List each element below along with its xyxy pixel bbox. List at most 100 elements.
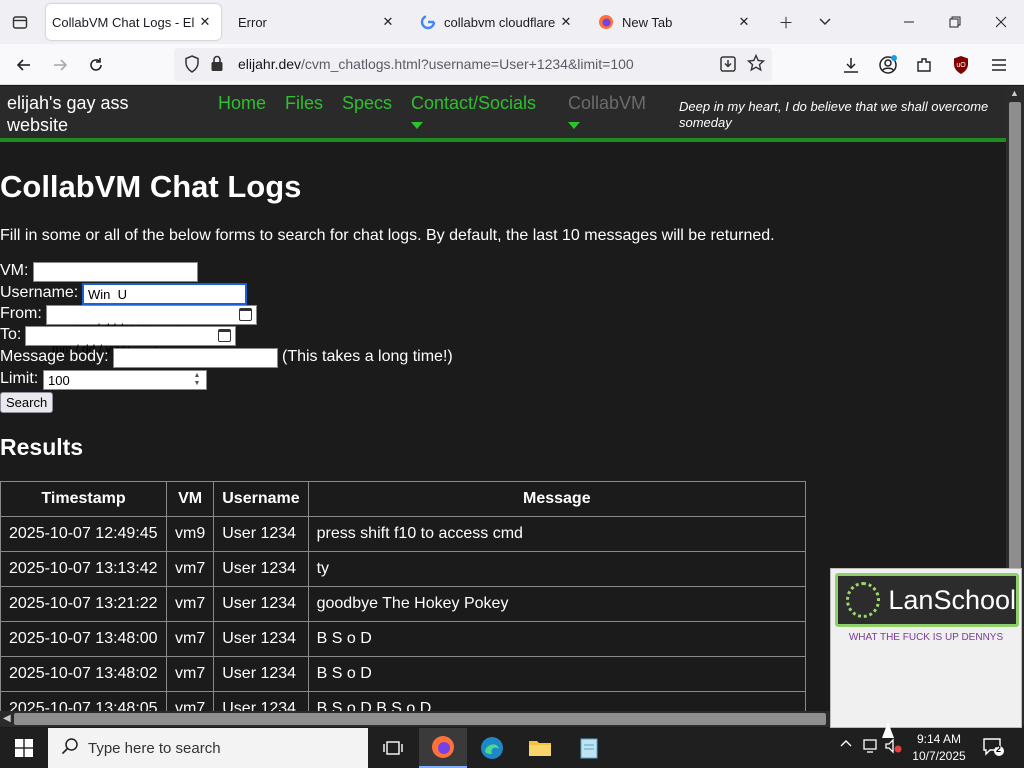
restore-icon[interactable]: [932, 0, 978, 44]
username-cell: User 1234: [213, 586, 309, 622]
number-spinner-icon[interactable]: ▲ ▼: [190, 372, 204, 388]
network-icon[interactable]: [862, 738, 880, 757]
vm-input[interactable]: [33, 262, 198, 282]
close-icon[interactable]: ✕: [378, 14, 398, 30]
close-icon[interactable]: ✕: [195, 14, 215, 30]
close-icon[interactable]: ✕: [556, 14, 576, 30]
menu-hamburger-icon[interactable]: [986, 52, 1012, 78]
scroll-left-arrow-icon[interactable]: ◀: [3, 713, 11, 724]
message-cell: goodbye The Hokey Pokey: [307, 586, 807, 622]
intro-text: Fill in some or all of the below forms t…: [0, 227, 775, 244]
reload-icon[interactable]: [83, 52, 109, 78]
search-placeholder: Type here to search: [88, 739, 221, 757]
nav-collabvm[interactable]: CollabVM: [568, 93, 646, 114]
svg-text:uO: uO: [956, 62, 966, 69]
limit-number-input[interactable]: 100 ▲ ▼: [43, 370, 207, 390]
username-input[interactable]: [82, 283, 247, 305]
vm-cell: vm9: [165, 516, 215, 552]
bookmark-star-icon[interactable]: [746, 53, 766, 76]
url-text[interactable]: elijahr.dev/cvm_chatlogs.html?username=U…: [238, 56, 634, 72]
username-cell: User 1234: [213, 691, 309, 711]
scroll-up-arrow-icon[interactable]: ▲: [1010, 88, 1019, 98]
notification-center-icon[interactable]: 2: [982, 737, 1004, 757]
nav-contact-socials[interactable]: Contact/Socials: [411, 93, 536, 114]
to-datetime-input[interactable]: mm / dd / yyyy , -- : -- --: [25, 326, 236, 356]
timestamp-cell: 2025-10-07 13:13:42: [0, 551, 167, 587]
back-arrow-icon[interactable]: [11, 52, 37, 78]
taskbar-file-explorer-icon[interactable]: [516, 728, 564, 768]
url-domain: elijahr.dev: [238, 56, 302, 72]
username-label: Username:: [0, 284, 79, 301]
extensions-icon[interactable]: [911, 52, 937, 78]
taskbar-search-box[interactable]: Type here to search: [48, 728, 368, 768]
close-window-icon[interactable]: [978, 0, 1024, 44]
firefox-icon: [598, 14, 614, 30]
tray-overflow-chevron-icon[interactable]: [840, 738, 852, 753]
table-header-row: Timestamp VM Username Message: [0, 481, 807, 517]
taskbar-firefox-icon[interactable]: [419, 728, 467, 768]
tab-chat-logs[interactable]: CollabVM Chat Logs - Elijah ✕: [46, 4, 221, 40]
vm-cell: vm7: [165, 656, 215, 692]
nav-files[interactable]: Files: [285, 93, 323, 114]
downloads-icon[interactable]: [838, 52, 864, 78]
tab-title: CollabVM Chat Logs - Elijah: [52, 14, 195, 30]
close-icon[interactable]: ✕: [734, 14, 754, 30]
tab-error[interactable]: Error ✕: [228, 4, 404, 40]
url-path: /cvm_chatlogs.html?username=User+1234&li…: [301, 56, 634, 72]
tab-title: Error: [238, 14, 267, 30]
search-button[interactable]: Search: [0, 392, 54, 413]
tab-new-tab[interactable]: New Tab ✕: [588, 4, 760, 40]
dropdown-caret-icon[interactable]: [411, 122, 423, 129]
timestamp-cell: 2025-10-07 13:21:22: [0, 586, 167, 622]
taskbar-notepad-icon[interactable]: [565, 728, 613, 768]
windows-taskbar: Type here to search 9:14 AM 10/7/2025 2: [0, 728, 1024, 768]
google-icon: [420, 14, 436, 30]
dropdown-caret-icon[interactable]: [568, 122, 580, 129]
calendar-icon[interactable]: [239, 308, 252, 321]
notification-count: 2: [996, 744, 1002, 754]
url-bar[interactable]: elijahr.dev/cvm_chatlogs.html?username=U…: [174, 48, 772, 81]
site-tagline: Deep in my heart, I do believe that we s…: [679, 99, 989, 130]
list-tabs-chevron-icon[interactable]: [813, 10, 837, 34]
calendar-icon[interactable]: [218, 329, 231, 342]
taskbar-edge-icon[interactable]: [468, 728, 516, 768]
scrollbar-thumb[interactable]: [1009, 102, 1021, 572]
shield-icon[interactable]: [184, 55, 200, 77]
timestamp-cell: 2025-10-07 13:48:00: [0, 621, 167, 657]
clock-time: 9:14 AM: [916, 732, 962, 746]
table-row: 2025-10-07 12:49:45 vm9 User 1234 press …: [0, 516, 807, 552]
clock-date: 10/7/2025: [912, 749, 966, 763]
vm-cell: vm7: [165, 551, 215, 587]
windows-start-icon[interactable]: [0, 728, 48, 768]
message-cell: ty: [307, 551, 807, 587]
horizontal-scrollbar[interactable]: ◀: [0, 711, 830, 727]
screen: CollabVM Chat Logs - Elijah ✕ Error ✕ co…: [0, 0, 1024, 768]
lanschool-brand: LanSchool: [888, 584, 1016, 615]
lanschool-message-window: LanSchool WHAT THE FUCK IS UP DENNYS: [830, 568, 1022, 728]
new-tab-plus-icon[interactable]: ＋: [774, 10, 798, 34]
message-cell: B S o D: [307, 621, 807, 657]
results-table: Timestamp VM Username Message 2025-10-07…: [0, 481, 807, 711]
forward-arrow-icon[interactable]: [47, 52, 73, 78]
table-row: 2025-10-07 13:21:22 vm7 User 1234 goodby…: [0, 586, 807, 622]
account-icon[interactable]: [875, 52, 901, 78]
lock-icon[interactable]: [210, 55, 224, 76]
ublock-origin-icon[interactable]: uO: [948, 52, 974, 78]
task-view-icon[interactable]: [369, 728, 417, 768]
minimize-icon[interactable]: [886, 0, 932, 44]
username-cell: User 1234: [213, 516, 309, 552]
tab-google-search[interactable]: collabvm cloudflare - G ✕: [410, 4, 582, 40]
taskbar-clock[interactable]: 9:14 AM 10/7/2025: [898, 731, 980, 765]
vm-cell: vm7: [165, 586, 215, 622]
site-title[interactable]: elijah's gay ass website: [7, 92, 177, 136]
lanschool-logo: LanSchool: [835, 573, 1019, 627]
site-header: elijah's gay ass website Home Files Spec…: [0, 86, 1006, 142]
save-page-icon[interactable]: [719, 55, 737, 77]
from-datetime-input[interactable]: mm / dd / yyyy , -- : -- --: [46, 305, 257, 335]
message-body-input[interactable]: [113, 348, 278, 368]
tab-overview-icon[interactable]: [8, 10, 32, 34]
nav-specs[interactable]: Specs: [342, 93, 392, 114]
scrollbar-thumb[interactable]: [14, 713, 826, 725]
username-cell: User 1234: [213, 551, 309, 587]
nav-home[interactable]: Home: [218, 93, 266, 114]
